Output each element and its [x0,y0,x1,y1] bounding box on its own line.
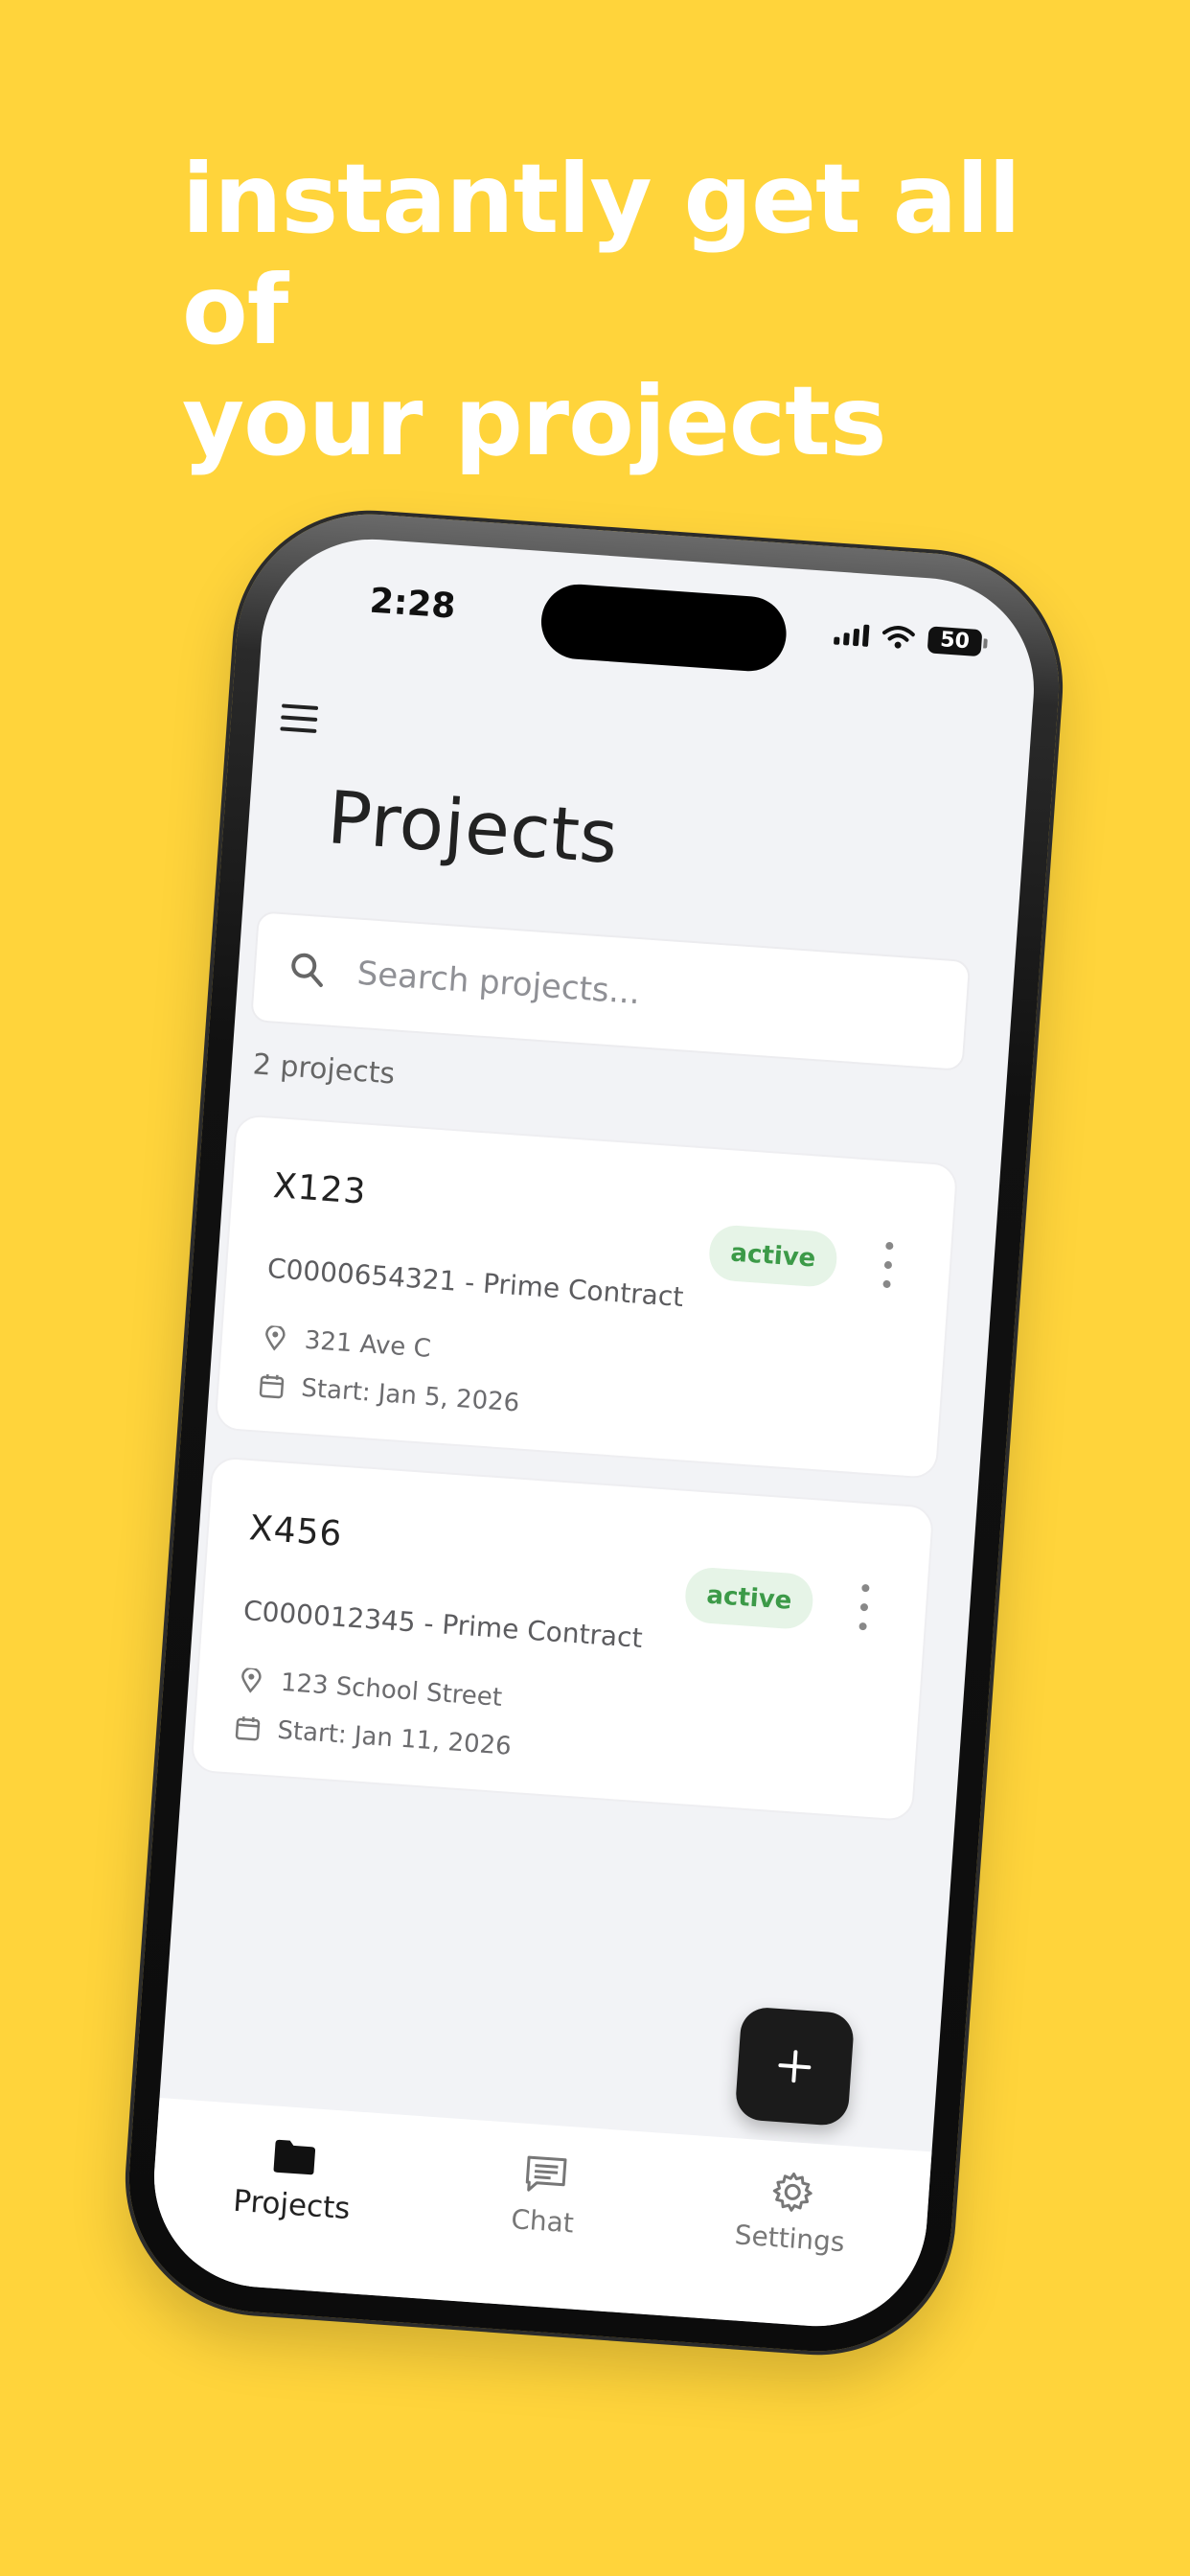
location-pin-icon [262,1324,288,1352]
project-contract: C0000654321 - Prime Contract [265,1252,685,1314]
search-bar[interactable] [250,910,972,1071]
project-start-date: Start: Jan 5, 2026 [300,1373,521,1418]
signal-icon [833,621,870,647]
nav-item-chat[interactable]: Chat [510,2151,578,2239]
nav-item-projects[interactable]: Projects [232,2132,355,2226]
plus-icon [778,2050,812,2083]
project-name: X123 [271,1166,368,1212]
nav-label: Settings [733,2219,846,2259]
search-input[interactable] [354,953,967,1036]
hamburger-icon [281,703,319,711]
status-time: 2:28 [368,581,457,627]
project-card[interactable]: X123 active C0000654321 - Prime Contract… [214,1114,959,1481]
status-icons: 50 [833,619,983,657]
project-card[interactable]: X456 active C000012345 - Prime Contract … [190,1456,935,1823]
project-address-row: 321 Ave C [262,1323,432,1364]
battery-icon: 50 [927,626,983,657]
menu-button[interactable] [276,696,332,742]
project-start-date: Start: Jan 11, 2026 [276,1715,513,1761]
dynamic-island [538,582,790,674]
phone-mockup: 2:28 50 Projects Search projects... 2 pr… [120,505,1068,2360]
gear-icon [768,2170,817,2215]
project-name: X456 [247,1508,344,1554]
headline-line-1: instantly get all of [182,143,1021,366]
phone-screen: 2:28 50 Projects Search projects... 2 pr… [147,532,1041,2334]
wifi-icon [881,626,915,649]
headline-line-2: your projects [182,365,887,477]
promo-headline: instantly get all of your projects [182,144,1102,477]
calendar-icon [259,1373,286,1400]
project-list: X123 active C0000654321 - Prime Contract… [188,1114,959,1849]
more-options-icon[interactable] [877,1241,899,1289]
status-badge: active [707,1224,839,1289]
project-address: 321 Ave C [303,1325,432,1364]
chat-icon [521,2152,570,2197]
project-start-row: Start: Jan 5, 2026 [259,1371,521,1418]
status-badge: active [683,1566,815,1631]
project-contract: C000012345 - Prime Contract [242,1594,644,1655]
project-address-row: 123 School Street [238,1666,503,1713]
more-options-icon[interactable] [853,1583,875,1631]
project-count: 2 projects [251,1047,397,1092]
page-title: Projects [325,774,622,881]
calendar-icon [235,1715,262,1742]
nav-label: Projects [232,2183,352,2227]
project-start-row: Start: Jan 11, 2026 [235,1714,513,1761]
location-pin-icon [238,1667,264,1694]
folder-icon [270,2134,319,2179]
project-address: 123 School Street [279,1668,503,1713]
nav-item-settings[interactable]: Settings [734,2167,850,2258]
search-icon [279,941,336,999]
add-project-button[interactable] [734,2006,856,2128]
nav-label: Chat [510,2203,575,2240]
